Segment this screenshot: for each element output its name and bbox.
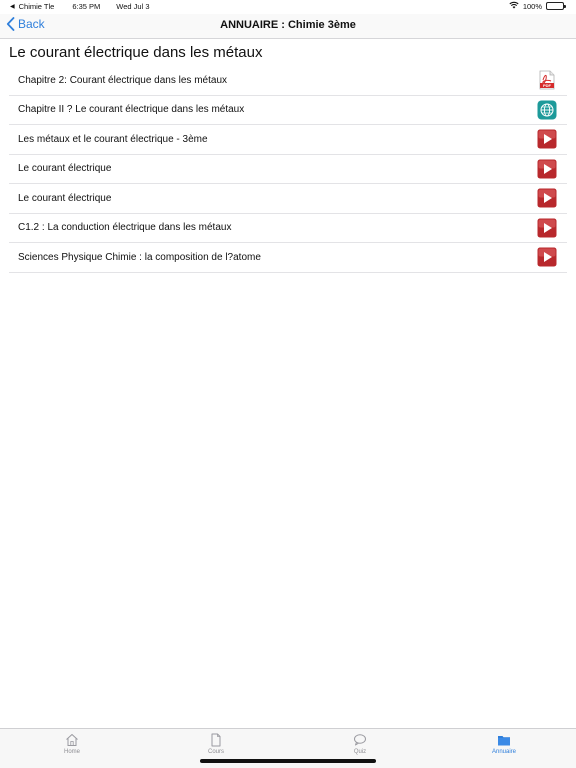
list-item[interactable]: Chapitre 2: Courant électrique dans les … — [9, 66, 567, 96]
status-left: ◀ Chimie Tle 6:35 PM Wed Jul 3 — [10, 2, 150, 11]
folder-icon — [498, 736, 510, 746]
home-indicator[interactable] — [200, 759, 376, 763]
video-play-icon — [537, 129, 557, 149]
video-play-icon — [537, 218, 557, 238]
status-date: Wed Jul 3 — [116, 2, 150, 11]
list-item-label: C1.2 : La conduction électrique dans les… — [18, 222, 232, 234]
status-time: 6:35 PM — [72, 2, 101, 11]
document-icon — [211, 733, 221, 747]
status-bar: ◀ Chimie Tle 6:35 PM Wed Jul 3 100% — [0, 0, 576, 14]
back-to-app-icon[interactable]: ◀ — [10, 3, 15, 10]
list-item[interactable]: Le courant électrique — [9, 155, 567, 184]
list-item-label: Sciences Physique Chimie : la compositio… — [18, 251, 261, 263]
list-item-label: Le courant électrique — [18, 192, 112, 204]
list-item[interactable]: C1.2 : La conduction électrique dans les… — [9, 214, 567, 243]
video-play-icon — [537, 188, 557, 208]
page-title: Le courant électrique dans les métaux — [9, 44, 263, 61]
battery-icon — [546, 2, 566, 10]
web-globe-icon — [537, 100, 557, 120]
navigation-bar: Back ANNUAIRE : Chimie 3ème — [0, 14, 576, 39]
tab-home[interactable]: Home — [0, 729, 144, 768]
list-item[interactable]: Le courant électrique — [9, 184, 567, 214]
list-item[interactable]: Les métaux et le courant électrique - 3è… — [9, 125, 567, 155]
back-button[interactable]: Back — [6, 17, 45, 31]
list-item-label: Le courant électrique — [18, 163, 112, 175]
video-play-icon — [537, 159, 557, 179]
status-right: 100% — [509, 1, 566, 11]
tab-annuaire-label: Annuaire — [491, 749, 517, 755]
video-play-icon — [537, 247, 557, 267]
tab-annuaire[interactable]: Annuaire — [432, 729, 576, 768]
battery-percent: 100% — [522, 1, 542, 11]
tab-quiz-label: Quiz — [353, 749, 367, 755]
list-item[interactable]: Chapitre II ? Le courant électrique dans… — [9, 96, 567, 125]
nav-title: ANNUAIRE : Chimie 3ème — [220, 19, 356, 31]
tab-home-label: Home — [63, 749, 80, 755]
list-item-label: Chapitre II ? Le courant électrique dans… — [18, 104, 245, 116]
list-item-label: Les métaux et le courant électrique - 3è… — [18, 133, 208, 145]
back-button-label: Back — [18, 17, 45, 31]
tab-cours-label: Cours — [207, 749, 224, 755]
resource-list: Chapitre 2: Courant électrique dans les … — [9, 66, 567, 273]
list-item[interactable]: Sciences Physique Chimie : la compositio… — [9, 243, 567, 273]
svg-text:PDF: PDF — [543, 83, 552, 88]
back-to-app-label[interactable]: Chimie Tle — [19, 2, 55, 11]
home-icon — [66, 734, 78, 746]
chat-bubble-icon — [354, 734, 366, 746]
chevron-left-icon — [6, 17, 15, 31]
pdf-icon: PDF — [537, 70, 557, 90]
wifi-icon — [509, 1, 519, 11]
list-item-label: Chapitre 2: Courant électrique dans les … — [18, 74, 228, 86]
